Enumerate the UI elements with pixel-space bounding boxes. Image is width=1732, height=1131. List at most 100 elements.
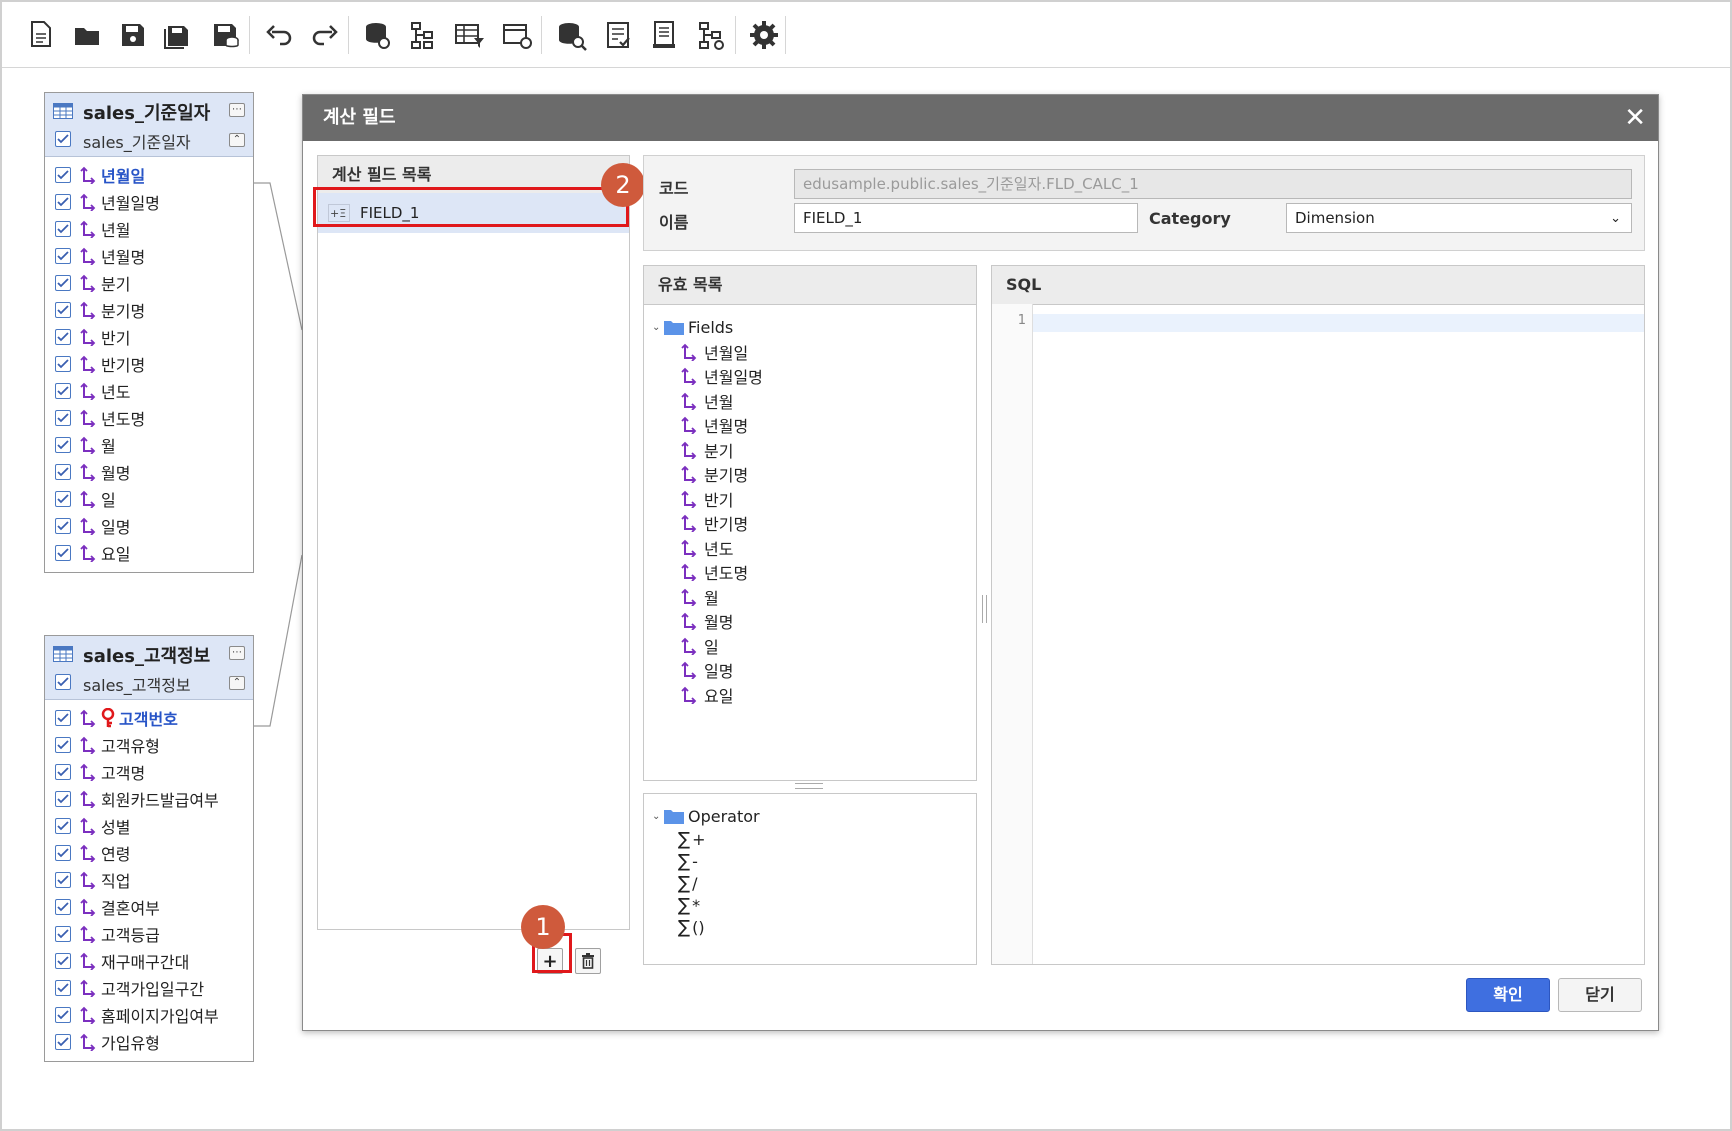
row-checkbox[interactable]: [55, 1006, 71, 1023]
select-all-checkbox[interactable]: [55, 131, 71, 147]
table-row[interactable]: 가입유형: [45, 1028, 253, 1055]
operator-folder[interactable]: ⌄ Operator: [652, 804, 976, 829]
table-box[interactable]: sales_고객정보 sales_고객정보 ⋯ ⌃ 고객번호 고객유형 고객명 회원카드발급여…: [44, 635, 254, 1062]
row-checkbox[interactable]: [55, 979, 71, 996]
sql-editor[interactable]: [1033, 314, 1644, 332]
row-checkbox[interactable]: [55, 247, 71, 264]
table-row[interactable]: 년월일: [45, 161, 253, 188]
valid-field-item[interactable]: 월: [680, 585, 976, 610]
table-row[interactable]: 일명: [45, 512, 253, 539]
row-checkbox[interactable]: [55, 952, 71, 969]
valid-field-item[interactable]: 년월: [680, 389, 976, 414]
row-checkbox[interactable]: [55, 274, 71, 291]
row-checkbox[interactable]: [55, 898, 71, 915]
row-checkbox[interactable]: [55, 436, 71, 453]
table-row[interactable]: 년월일명: [45, 188, 253, 215]
operator-item[interactable]: ∑ -: [678, 851, 976, 873]
vertical-splitter[interactable]: [982, 595, 987, 623]
table-row[interactable]: 고객번호: [45, 704, 253, 731]
table-row[interactable]: 반기: [45, 323, 253, 350]
table-row[interactable]: 고객명: [45, 758, 253, 785]
table-settings-button[interactable]: [498, 16, 536, 54]
row-checkbox[interactable]: [55, 301, 71, 318]
valid-field-item[interactable]: 반기: [680, 487, 976, 512]
row-checkbox[interactable]: [55, 355, 71, 372]
valid-field-item[interactable]: 년월일명: [680, 364, 976, 389]
valid-field-item[interactable]: 분기: [680, 438, 976, 463]
table-row[interactable]: 년월명: [45, 242, 253, 269]
valid-field-item[interactable]: 년월일: [680, 340, 976, 365]
valid-field-item[interactable]: 일: [680, 634, 976, 659]
row-checkbox[interactable]: [55, 544, 71, 561]
table-row[interactable]: 고객유형: [45, 731, 253, 758]
table-row[interactable]: 고객등급: [45, 920, 253, 947]
valid-field-item[interactable]: 년월명: [680, 413, 976, 438]
row-checkbox[interactable]: [55, 193, 71, 210]
ok-button[interactable]: 확인: [1466, 978, 1550, 1012]
table-row[interactable]: 요일: [45, 539, 253, 566]
db-search-button[interactable]: [552, 16, 590, 54]
valid-field-item[interactable]: 일명: [680, 658, 976, 683]
checklist-button[interactable]: [600, 16, 638, 54]
fields-folder[interactable]: ⌄ Fields: [652, 315, 976, 340]
table-row[interactable]: 일: [45, 485, 253, 512]
table-row[interactable]: 고객가입일구간: [45, 974, 253, 1001]
table-box-header[interactable]: sales_기준일자 sales_기준일자 ⋯ ⌃: [45, 93, 253, 157]
close-button[interactable]: 닫기: [1558, 978, 1642, 1012]
row-checkbox[interactable]: [55, 871, 71, 888]
table-row[interactable]: 반기명: [45, 350, 253, 377]
row-checkbox[interactable]: [55, 382, 71, 399]
table-box[interactable]: sales_기준일자 sales_기준일자 ⋯ ⌃ 년월일 년월일명 년월 년월명 분기 분기명 반…: [44, 92, 254, 573]
valid-field-item[interactable]: 요일: [680, 683, 976, 708]
table-row[interactable]: 년도: [45, 377, 253, 404]
table-menu-icon[interactable]: ⋯: [229, 646, 245, 660]
table-row[interactable]: 월명: [45, 458, 253, 485]
row-checkbox[interactable]: [55, 790, 71, 807]
row-checkbox[interactable]: [55, 166, 71, 183]
valid-field-item[interactable]: 월명: [680, 609, 976, 634]
dialog-title-bar[interactable]: 계산 필드 ✕: [303, 95, 1658, 141]
valid-field-item[interactable]: 반기명: [680, 511, 976, 536]
row-checkbox[interactable]: [55, 490, 71, 507]
document-button[interactable]: [645, 16, 683, 54]
row-checkbox[interactable]: [55, 409, 71, 426]
row-checkbox[interactable]: [55, 1033, 71, 1050]
valid-field-item[interactable]: 년도: [680, 536, 976, 561]
table-row[interactable]: 연령: [45, 839, 253, 866]
table-row[interactable]: 홈페이지가입여부: [45, 1001, 253, 1028]
select-all-checkbox[interactable]: [55, 674, 71, 690]
operator-item[interactable]: ∑(): [678, 917, 976, 939]
datasource-link-button[interactable]: [358, 16, 396, 54]
valid-field-item[interactable]: 년도명: [680, 560, 976, 585]
splitter-handle[interactable]: [795, 783, 823, 789]
table-row[interactable]: 회원카드발급여부: [45, 785, 253, 812]
hierarchy-settings-button[interactable]: [692, 16, 730, 54]
row-checkbox[interactable]: [55, 220, 71, 237]
name-field[interactable]: FIELD_1: [794, 203, 1138, 233]
close-icon[interactable]: ✕: [1624, 95, 1646, 141]
table-row[interactable]: 결혼여부: [45, 893, 253, 920]
table-box-header[interactable]: sales_고객정보 sales_고객정보 ⋯ ⌃: [45, 636, 253, 700]
table-row[interactable]: 재구매구간대: [45, 947, 253, 974]
row-checkbox[interactable]: [55, 709, 71, 726]
row-checkbox[interactable]: [55, 925, 71, 942]
table-row[interactable]: 년도명: [45, 404, 253, 431]
operator-item[interactable]: ∑ +: [678, 829, 976, 851]
table-row[interactable]: 성별: [45, 812, 253, 839]
valid-field-item[interactable]: 분기명: [680, 462, 976, 487]
row-checkbox[interactable]: [55, 517, 71, 534]
hierarchy-button[interactable]: [404, 16, 442, 54]
row-checkbox[interactable]: [55, 736, 71, 753]
collapse-icon[interactable]: ⌃: [229, 676, 245, 690]
table-row[interactable]: 분기명: [45, 296, 253, 323]
table-row[interactable]: 월: [45, 431, 253, 458]
table-row[interactable]: 직업: [45, 866, 253, 893]
table-row[interactable]: 분기: [45, 269, 253, 296]
row-checkbox[interactable]: [55, 844, 71, 861]
row-checkbox[interactable]: [55, 817, 71, 834]
row-checkbox[interactable]: [55, 463, 71, 480]
delete-field-button[interactable]: [575, 948, 601, 974]
table-filter-button[interactable]: [450, 16, 488, 54]
row-checkbox[interactable]: [55, 328, 71, 345]
table-row[interactable]: 년월: [45, 215, 253, 242]
